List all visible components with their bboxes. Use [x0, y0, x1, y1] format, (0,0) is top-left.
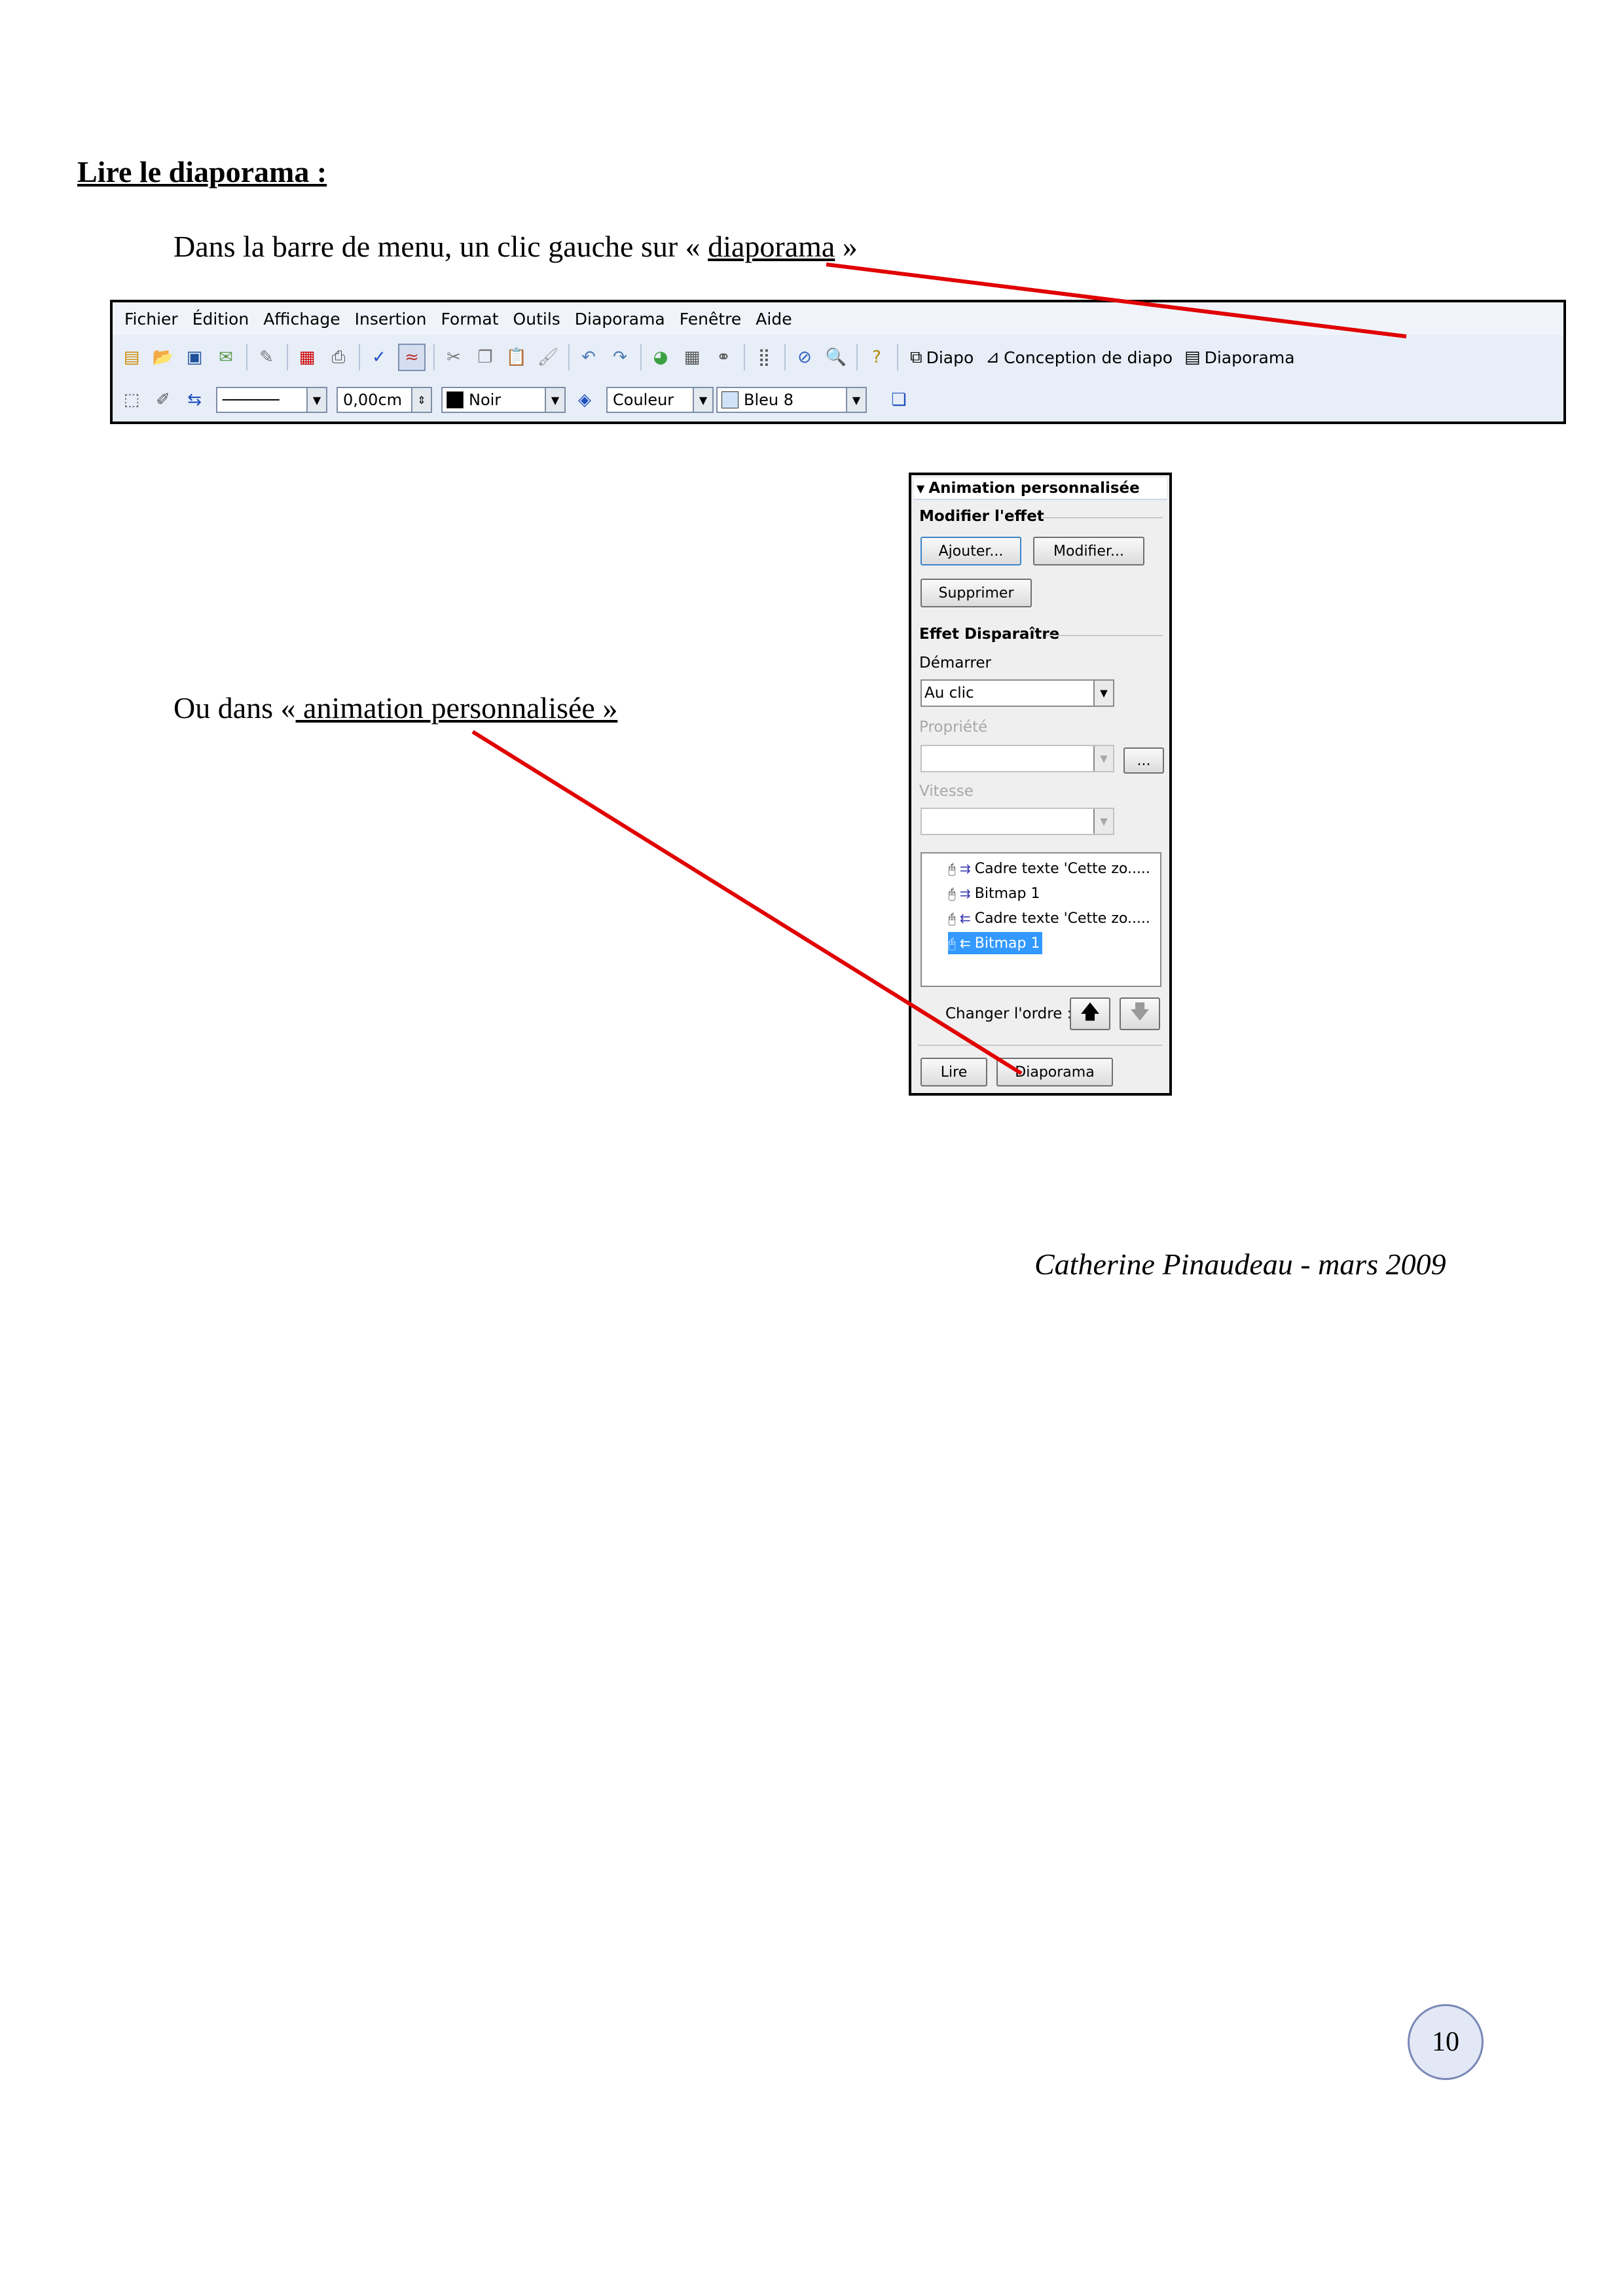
arrow-to-panel-slideshow	[471, 730, 1023, 1075]
author-date: Catherine Pinaudeau - mars 2009	[1034, 1247, 1446, 1281]
arrow-to-toolbar-slideshow	[826, 262, 1407, 338]
annotation-arrows	[471, 262, 1407, 1075]
page-number-badge: 10	[1408, 2004, 1484, 2080]
